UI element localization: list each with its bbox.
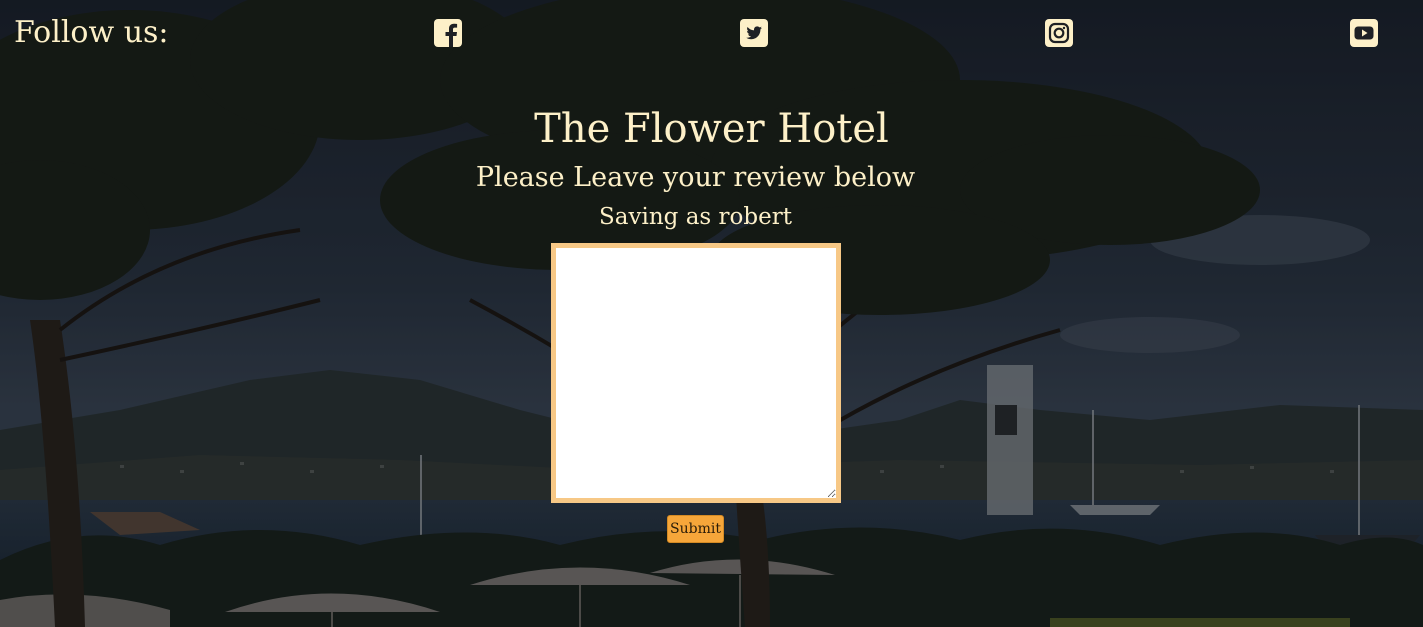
youtube-icon[interactable] — [1350, 19, 1378, 47]
instagram-icon[interactable] — [1045, 19, 1073, 47]
twitter-icon[interactable] — [740, 19, 768, 47]
submit-button[interactable]: Submit — [667, 515, 724, 543]
follow-us-label: Follow us: — [14, 15, 169, 50]
page-title: The Flower Hotel — [534, 106, 889, 152]
saving-as-label: Saving as robert — [599, 204, 792, 230]
facebook-icon[interactable] — [434, 19, 462, 47]
social-bar: Follow us: — [0, 0, 1423, 68]
review-textarea[interactable] — [551, 243, 841, 503]
review-prompt: Please Leave your review below — [475, 162, 916, 193]
